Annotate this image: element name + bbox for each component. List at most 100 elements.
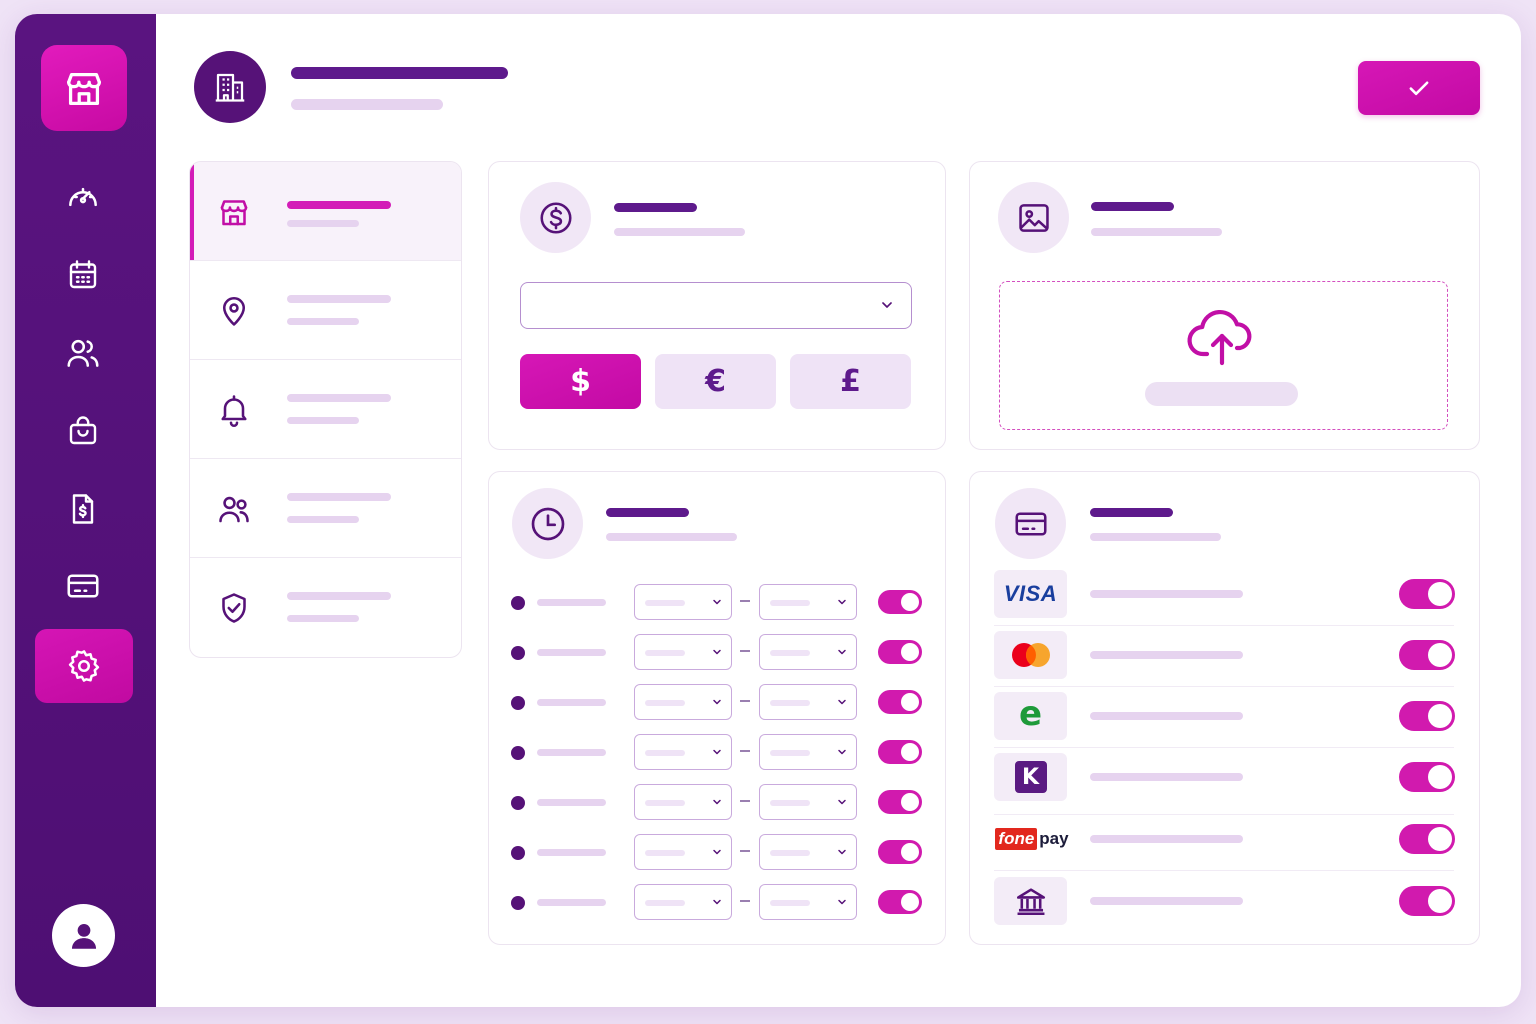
settings-item-sublabel [287, 615, 359, 622]
close-time-select[interactable] [759, 634, 857, 670]
payment-toggle-bank[interactable] [1399, 886, 1455, 916]
chevron-down-icon [838, 899, 846, 905]
payment-toggle-khalti[interactable] [1399, 762, 1455, 792]
close-time-select[interactable] [759, 834, 857, 870]
day-label [537, 749, 606, 756]
sidebar-item-dashboard[interactable] [50, 169, 116, 225]
open-time-select[interactable] [634, 784, 732, 820]
close-time-select[interactable] [759, 784, 857, 820]
day-open-toggle[interactable] [878, 690, 922, 714]
chevron-down-icon [713, 599, 721, 605]
shield-check-icon [222, 593, 246, 623]
close-time-select[interactable] [759, 734, 857, 770]
settings-item-team[interactable] [190, 459, 461, 558]
hours-row [509, 834, 929, 870]
upload-button-placeholder[interactable] [1145, 382, 1298, 406]
user-avatar[interactable] [52, 904, 115, 967]
sidebar-item-invoices[interactable] [50, 481, 116, 537]
fonepay-logo: fone pay [992, 815, 1072, 863]
payment-toggle-mastercard[interactable] [1399, 640, 1455, 670]
chevron-down-icon [713, 899, 721, 905]
chevron-down-icon [838, 649, 846, 655]
sidebar [15, 14, 156, 1007]
currency-option-usd[interactable]: $ [520, 354, 641, 409]
day-bullet [511, 796, 525, 810]
open-time-select[interactable] [634, 634, 732, 670]
store-icon [220, 200, 248, 226]
sidebar-logo[interactable] [41, 45, 127, 131]
open-time-select[interactable] [634, 834, 732, 870]
hours-row [509, 884, 929, 920]
settings-item-sublabel [287, 516, 359, 523]
settings-item-sublabel [287, 220, 359, 227]
esewa-logo: e [994, 692, 1067, 740]
settings-item-location[interactable] [190, 261, 461, 360]
dashboard-gauge-icon [69, 187, 97, 207]
day-open-toggle[interactable] [878, 590, 922, 614]
payment-toggle-visa[interactable] [1399, 579, 1455, 609]
payment-method-label [1090, 651, 1243, 659]
payment-method-mastercard [994, 631, 1455, 687]
gear-icon [68, 650, 100, 682]
day-open-toggle[interactable] [878, 790, 922, 814]
time-range-separator [740, 600, 750, 602]
currency-select[interactable] [520, 282, 912, 329]
chevron-down-icon [713, 649, 721, 655]
currency-option-gbp[interactable]: £ [790, 354, 911, 409]
save-button[interactable] [1358, 61, 1480, 115]
day-label [537, 599, 606, 606]
payment-method-esewa: e [994, 692, 1455, 748]
day-open-toggle[interactable] [878, 640, 922, 664]
hours-row [509, 684, 929, 720]
store-icon [67, 72, 101, 105]
settings-item-store[interactable] [190, 162, 461, 261]
dollar-circle-icon [539, 201, 572, 234]
currency-card-subtitle [614, 228, 745, 236]
chevron-down-icon [838, 699, 846, 705]
payment-method-label [1090, 773, 1243, 781]
currency-option-eur[interactable]: € [655, 354, 776, 409]
day-bullet [511, 596, 525, 610]
bell-icon [221, 395, 247, 427]
payment-toggle-fonepay[interactable] [1399, 824, 1455, 854]
close-time-select[interactable] [759, 884, 857, 920]
day-open-toggle[interactable] [878, 740, 922, 764]
logo-dropzone[interactable] [999, 281, 1448, 430]
sidebar-item-customers[interactable] [50, 325, 116, 381]
settings-item-security[interactable] [190, 558, 461, 657]
day-bullet [511, 746, 525, 760]
image-icon [1018, 203, 1049, 232]
payment-toggle-esewa[interactable] [1399, 701, 1455, 731]
settings-item-sublabel [287, 417, 359, 424]
day-open-toggle[interactable] [878, 890, 922, 914]
sidebar-item-payments[interactable] [50, 558, 116, 614]
open-time-select[interactable] [634, 684, 732, 720]
settings-item-label [287, 493, 391, 501]
day-bullet [511, 846, 525, 860]
hours-card-title [606, 508, 689, 517]
location-pin-icon [222, 296, 246, 326]
close-time-select[interactable] [759, 684, 857, 720]
open-time-select[interactable] [634, 734, 732, 770]
mastercard-circles-icon [1011, 643, 1050, 667]
close-time-select[interactable] [759, 584, 857, 620]
hours-row [509, 734, 929, 770]
day-label [537, 649, 606, 656]
sidebar-item-orders[interactable] [50, 403, 116, 459]
hours-card-icon [512, 488, 583, 559]
cloud-upload-icon [1187, 309, 1252, 366]
day-open-toggle[interactable] [878, 840, 922, 864]
open-time-select[interactable] [634, 584, 732, 620]
payment-method-khalti: K [994, 753, 1455, 815]
check-icon [1409, 81, 1429, 96]
sidebar-item-calendar[interactable] [50, 247, 116, 303]
settings-item-notifications[interactable] [190, 360, 461, 459]
app-window: $ € £ VISA e K fone pay [15, 14, 1521, 1007]
open-time-select[interactable] [634, 884, 732, 920]
store-profile-icon [194, 51, 266, 123]
sidebar-item-settings[interactable] [35, 629, 133, 703]
settings-item-label [287, 295, 391, 303]
settings-item-sublabel [287, 318, 359, 325]
chevron-down-icon [713, 699, 721, 705]
bank-icon [1016, 888, 1045, 916]
